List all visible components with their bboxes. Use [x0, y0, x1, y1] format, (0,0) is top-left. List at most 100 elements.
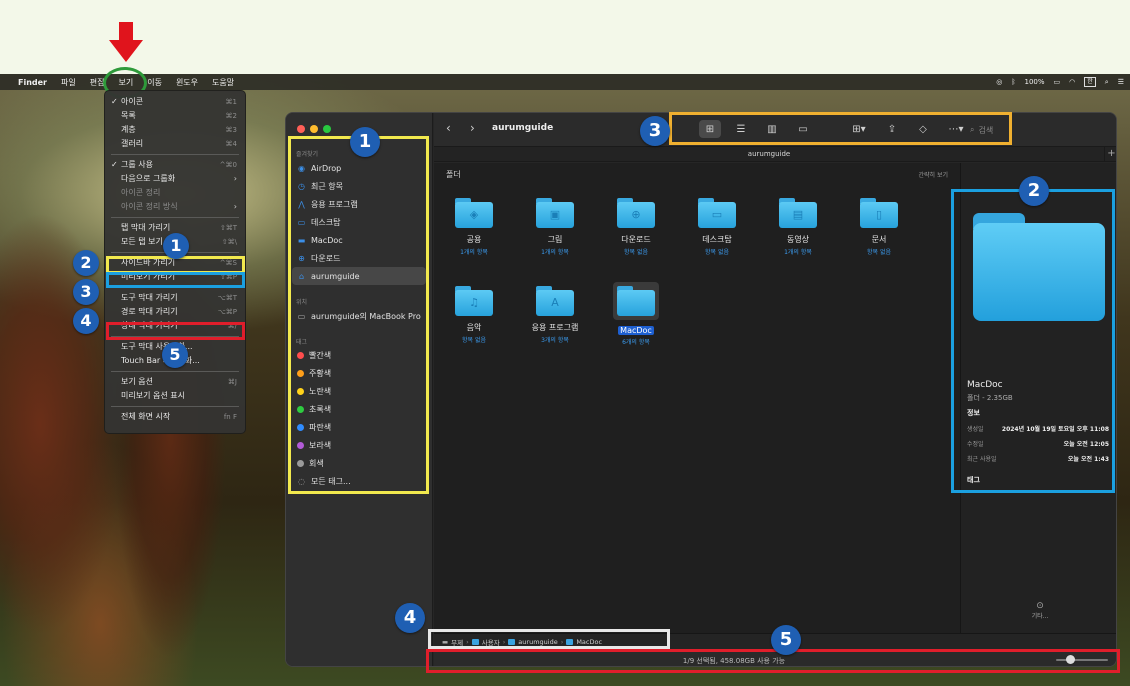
show-less-link[interactable]: 간략히 보기: [918, 170, 948, 179]
file-documents[interactable]: ▯ 문서 항목 없음: [839, 198, 919, 256]
badge-menu-path-bar: 4: [73, 308, 99, 334]
gallery-view-button[interactable]: ▭: [792, 120, 814, 138]
tag-dot: [297, 387, 304, 395]
menu-app[interactable]: Finder: [11, 78, 54, 87]
sidebar-item-airdrop[interactable]: ◉ AirDrop: [292, 159, 426, 177]
folder-icon: ♫: [455, 286, 493, 316]
sidebar-tag-gray[interactable]: 회색: [292, 454, 426, 472]
close-button[interactable]: [297, 125, 305, 133]
menu-item-hide-status-bar[interactable]: 상태 막대 가리기 ⌘/: [105, 319, 245, 333]
group-by-button[interactable]: ⊞▾: [846, 120, 872, 138]
sidebar-item-recents[interactable]: ◷ 최근 항목: [292, 177, 426, 195]
minimize-button[interactable]: [310, 125, 318, 133]
file-music[interactable]: ♫ 음악 항목 없음: [434, 286, 514, 344]
group-title: 폴더: [446, 170, 461, 179]
folder-icon: ▭: [698, 198, 736, 228]
file-desktop[interactable]: ▭ 데스크탑 항목 없음: [677, 198, 757, 256]
file-movies[interactable]: ▤ 동영상 1개의 항목: [758, 198, 838, 256]
window-title: aurumguide: [492, 123, 554, 133]
battery-percent[interactable]: 100%: [1025, 78, 1045, 86]
menu-help[interactable]: 도움말: [205, 77, 241, 88]
clock-icon: ◷: [298, 181, 305, 191]
back-button[interactable]: ‹: [446, 121, 451, 135]
sidebar-item-desktop[interactable]: ▭ 데스크탑: [292, 213, 426, 231]
menu-item-icons[interactable]: ✓ 아이콘 ⌘1: [105, 95, 245, 109]
menu-item-hide-toolbar[interactable]: 도구 막대 가리기 ⌥⌘T: [105, 291, 245, 305]
menu-window[interactable]: 윈도우: [169, 77, 205, 88]
sidebar-tag-red[interactable]: 빨간색: [292, 346, 426, 364]
control-center-icon[interactable]: ☰: [1118, 78, 1124, 86]
sidebar-item-macbook[interactable]: ▭ aurumguide의 MacBook Pro: [292, 307, 426, 325]
file-public[interactable]: ◈ 공용 1개의 항목: [434, 198, 514, 256]
menubar: Finder 파일 편집 보기 이동 윈도우 도움말 ◎ ᛒ 100% ▭ ◠ …: [0, 74, 1130, 90]
preview-modified: 수정일 오늘 오전 12:05: [967, 441, 1109, 448]
file-macdoc[interactable]: MacDoc 6개의 항목: [596, 282, 676, 346]
folder-icon: ⊕: [617, 198, 655, 228]
menu-item-group-by[interactable]: 다음으로 그룹화 ›: [105, 172, 245, 186]
sidebar-tag-green[interactable]: 초록색: [292, 400, 426, 418]
sidebar-item-macdoc[interactable]: ▬ MacDoc: [292, 231, 426, 249]
sidebar-tag-blue[interactable]: 파란색: [292, 418, 426, 436]
sidebar-tag-purple[interactable]: 보라색: [292, 436, 426, 454]
apps-icon: ⋀: [298, 199, 305, 209]
menu-item-hide-preview[interactable]: 미리보기 가리기 ⇧⌘P: [105, 270, 245, 284]
folder-icon: ▯: [860, 198, 898, 228]
menu-item-show-preview-options[interactable]: 미리보기 옵션 표시: [105, 389, 245, 403]
menu-file[interactable]: 파일: [54, 77, 83, 88]
column-view-button[interactable]: ▥: [761, 120, 783, 138]
path-item-home[interactable]: aurumguide: [518, 638, 557, 646]
search-field[interactable]: ⌕ 검색: [970, 121, 1110, 139]
tag-button[interactable]: ◇: [912, 120, 934, 138]
path-item-volume[interactable]: 무제: [451, 637, 463, 647]
desktop-icon: ▭: [297, 217, 306, 227]
new-tab-button[interactable]: +: [1104, 147, 1116, 162]
chevron-right-icon: ›: [233, 202, 237, 211]
list-view-button[interactable]: ☰: [730, 120, 752, 138]
sidebar-item-downloads[interactable]: ⊕ 다운로드: [292, 249, 426, 267]
tag-dot: [297, 423, 304, 431]
action-button[interactable]: ⋯▾: [943, 120, 969, 138]
file-downloads[interactable]: ⊕ 다운로드 항목 없음: [596, 198, 676, 256]
battery-icon[interactable]: ▭: [1054, 78, 1061, 86]
input-source-indicator[interactable]: 한: [1084, 77, 1096, 87]
badge-preview: 2: [1019, 176, 1049, 206]
view-menu-dropdown: ✓ 아이콘 ⌘1 목록 ⌘2 계층 ⌘3 갤러리 ⌘4 ✓ 그룹 사용 ^⌘0 다음으로 그룹…: [104, 90, 246, 434]
selection-background: [613, 282, 659, 320]
slider-knob[interactable]: [1066, 655, 1075, 664]
file-applications[interactable]: A 응용 프로그램 3개의 항목: [515, 286, 595, 344]
zoom-button[interactable]: [323, 125, 331, 133]
menu-item-hide-path-bar[interactable]: 경로 막대 가리기 ⌥⌘P: [105, 305, 245, 319]
tab-aurumguide[interactable]: aurumguide: [434, 150, 1104, 158]
menu-item-gallery[interactable]: 갤러리 ⌘4: [105, 137, 245, 151]
spotlight-icon[interactable]: ⌕: [1105, 78, 1109, 87]
chevron-right-icon: ›: [233, 174, 237, 183]
airplay-icon[interactable]: ◎: [996, 78, 1002, 86]
file-pictures[interactable]: ▣ 그림 1개의 항목: [515, 198, 595, 256]
preview-more-button[interactable]: ⊙ 기타...: [961, 601, 1116, 620]
wifi-icon[interactable]: ◠: [1069, 78, 1075, 86]
sidebar-item-applications[interactable]: ⋀ 응용 프로그램: [292, 195, 426, 213]
icon-size-slider[interactable]: [1056, 655, 1108, 664]
share-button[interactable]: ⇪: [881, 120, 903, 138]
sidebar-tag-yellow[interactable]: 노란색: [292, 382, 426, 400]
menu-item-columns[interactable]: 계층 ⌘3: [105, 123, 245, 137]
icon-view-button[interactable]: ⊞: [699, 120, 721, 138]
sidebar-tag-all[interactable]: ◌ 모든 태그...: [292, 472, 426, 490]
path-item-macdoc[interactable]: MacDoc: [576, 638, 602, 646]
sidebar-tag-orange[interactable]: 주황색: [292, 364, 426, 382]
menu-item-enter-full-screen[interactable]: 전체 화면 시작 fn F: [105, 410, 245, 424]
sidebar-section-favorites: 즐겨찾기: [296, 151, 319, 158]
forward-button[interactable]: ›: [470, 121, 475, 135]
status-text: 1/9 선택됨, 458.08GB 사용 가능: [682, 657, 786, 665]
menu-item-list[interactable]: 목록 ⌘2: [105, 109, 245, 123]
preview-name: MacDoc: [967, 380, 1003, 390]
large-folder-icon: [973, 213, 1105, 321]
menu-item-use-groups[interactable]: ✓ 그룹 사용 ^⌘0: [105, 158, 245, 172]
badge-menu-toolbar: 3: [73, 279, 99, 305]
menu-item-view-options[interactable]: 보기 옵션 ⌘J: [105, 375, 245, 389]
more-icon: ⊙: [1036, 601, 1044, 611]
download-icon: ⊕: [298, 253, 305, 263]
sidebar-item-home[interactable]: ⌂ aurumguide: [292, 267, 426, 285]
path-item-users[interactable]: 사용자: [482, 637, 500, 647]
bluetooth-icon[interactable]: ᛒ: [1011, 78, 1015, 86]
